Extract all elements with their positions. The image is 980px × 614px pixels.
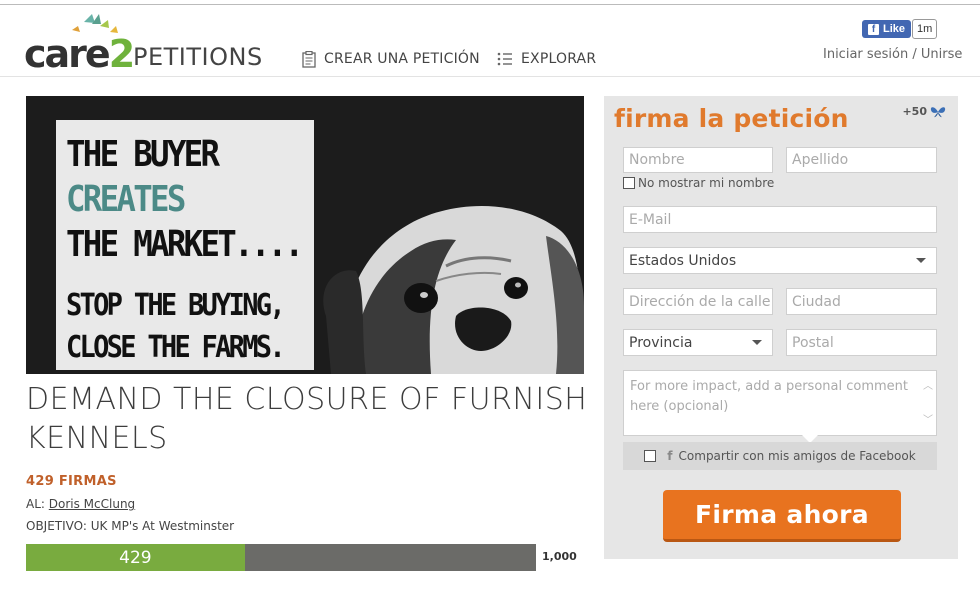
header-divider [0, 76, 980, 77]
facebook-icon: f [667, 449, 673, 463]
city-field[interactable]: Ciudad [786, 288, 937, 315]
nav-create-petition[interactable]: CREAR UNA PETICIÓN [302, 48, 480, 70]
country-select[interactable]: Estados Unidos [623, 247, 937, 274]
points-badge: +50 [902, 105, 946, 118]
petition-target: AL: Doris McClung [26, 497, 135, 511]
share-facebook-label: Compartir con mis amigos de Facebook [678, 449, 916, 463]
signature-goal: 1,000 [542, 550, 577, 563]
logo-care-text: care2 [24, 32, 135, 76]
logo-petitions-text: PETITIONS [133, 43, 263, 71]
poster-line: THE MARKET.... [66, 224, 304, 265]
share-facebook-option[interactable]: f Compartir con mis amigos de Facebook [623, 442, 937, 470]
facebook-like-count: 1m [912, 19, 938, 39]
hide-name-checkbox[interactable] [623, 177, 635, 189]
postal-field[interactable]: Postal [786, 329, 937, 356]
country-value: Estados Unidos [629, 252, 737, 269]
nav-explore[interactable]: EXPLORAR [497, 48, 596, 70]
sign-panel-title: firma la petición [614, 104, 849, 133]
chevron-down-icon [752, 340, 762, 345]
signature-count: 429 FIRMAS [26, 474, 117, 489]
first-name-field[interactable]: Nombre [623, 147, 773, 173]
target-name-link[interactable]: Doris McClung [49, 497, 135, 511]
nav-explore-label: EXPLORAR [521, 51, 597, 67]
province-select[interactable]: Provincia [623, 329, 773, 356]
facebook-like-label: Like [883, 23, 906, 35]
scroll-down-icon[interactable]: ﹀ [923, 411, 933, 431]
sign-petition-panel: firma la petición +50 Nombre Apellido No… [604, 96, 958, 559]
hide-name-option[interactable]: No mostrar mi nombre [623, 176, 774, 190]
comment-textarea[interactable]: For more impact, add a personal comment … [623, 370, 937, 436]
join-link[interactable]: Unirse [921, 47, 962, 62]
petition-objective: OBJETIVO: UK MP's At Westminster [26, 519, 235, 533]
target-prefix: AL: [26, 497, 45, 511]
clipboard-icon [302, 50, 316, 68]
hide-name-label: No mostrar mi nombre [638, 176, 775, 190]
sign-now-button[interactable]: Firma ahora [663, 490, 901, 542]
poster-line: CLOSE THE FARMS. [66, 330, 286, 365]
care2-logo[interactable]: care2 PETITIONS [24, 12, 274, 74]
butterfly-icon [930, 106, 946, 117]
poster-line: STOP THE BUYING, [66, 288, 286, 323]
dog-illustration [323, 206, 584, 374]
petition-image-poster: THE BUYER CREATES THE MARKET.... STOP TH… [56, 120, 314, 370]
nav-create-label: CREAR UNA PETICIÓN [324, 51, 480, 67]
points-label: +50 [902, 105, 927, 118]
share-facebook-checkbox[interactable] [644, 450, 657, 462]
signature-progress-bar: 429 [26, 544, 536, 571]
poster-line: THE BUYER [66, 134, 220, 175]
last-name-field[interactable]: Apellido [786, 147, 937, 173]
list-icon [497, 52, 513, 66]
comment-placeholder: For more impact, add a personal comment … [630, 379, 908, 414]
scroll-up-icon[interactable]: ︿ [923, 377, 933, 397]
facebook-like-button[interactable]: f Like [862, 20, 912, 38]
auth-links: Iniciar sesión / Unirse [823, 47, 962, 62]
progress-fill: 429 [26, 544, 245, 571]
comment-scrollbar[interactable]: ︿ ﹀ [922, 377, 934, 431]
street-field[interactable]: Dirección de la calle [623, 288, 773, 315]
petition-image: THE BUYER CREATES THE MARKET.... STOP TH… [26, 96, 584, 374]
petition-title: DEMAND THE CLOSURE OF FURNISH KENNELS [26, 382, 588, 456]
facebook-icon: f [868, 23, 879, 35]
top-border [0, 4, 980, 5]
province-value: Provincia [629, 334, 693, 351]
email-field[interactable]: E-Mail [623, 206, 937, 233]
poster-line: CREATES [66, 179, 186, 220]
auth-separator: / [912, 47, 917, 62]
login-link[interactable]: Iniciar sesión [823, 47, 908, 62]
chevron-down-icon [916, 258, 926, 263]
